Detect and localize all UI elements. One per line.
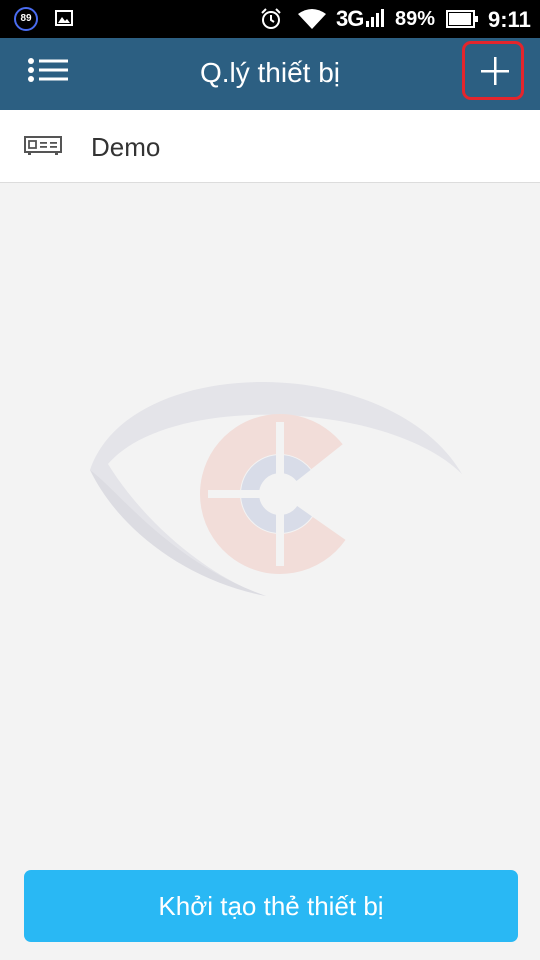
page-title: Q.lý thiết bị — [199, 57, 341, 88]
badge-count: 89 — [20, 13, 32, 24]
device-list-item[interactable]: Demo — [0, 110, 540, 183]
signal-icon — [366, 9, 384, 27]
dvr-recorder-icon — [24, 136, 62, 155]
device-name: Demo — [91, 132, 161, 162]
status-bar: 89 3G 89% 9:11 — [0, 0, 540, 38]
add-device-button[interactable] — [462, 41, 524, 100]
notification-badge-icon: 89 — [14, 7, 38, 31]
wifi-icon — [298, 9, 326, 29]
battery-icon — [446, 10, 478, 28]
plus-icon — [481, 57, 509, 85]
app-bar: Q.lý thiết bị — [0, 38, 540, 110]
clock-time: 9:11 — [488, 7, 531, 32]
alarm-icon — [261, 8, 281, 29]
menu-list-icon — [28, 58, 68, 82]
gallery-icon — [55, 10, 73, 26]
network-type: 3G — [336, 6, 364, 31]
device-list: Demo — [0, 110, 540, 183]
eye-logo-watermark — [90, 382, 462, 596]
create-device-card-button[interactable]: Khởi tạo thẻ thiết bị — [24, 870, 518, 942]
menu-button[interactable] — [26, 56, 70, 92]
battery-percent: 89% — [395, 8, 436, 30]
